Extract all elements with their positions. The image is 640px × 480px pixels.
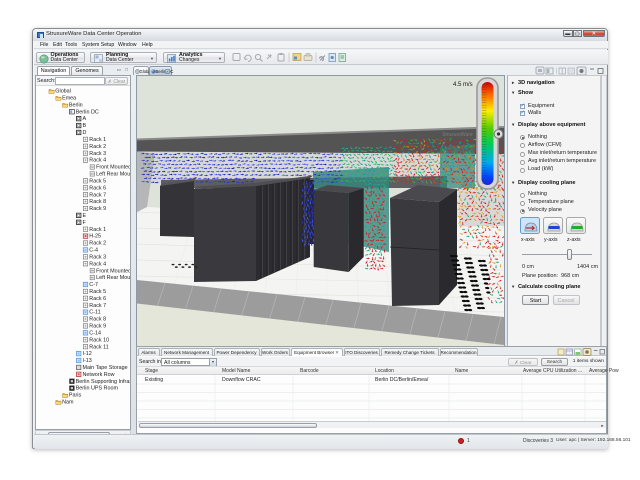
svg-text:Rack 1: Rack 1: [89, 226, 106, 232]
svg-text:Front Mounted: Front Mounted: [96, 164, 130, 170]
svg-text:B: B: [82, 123, 86, 129]
svg-text:Network Row: Network Row: [82, 371, 114, 377]
svg-text:A: A: [82, 116, 86, 122]
svg-text:Rack 7: Rack 7: [89, 302, 106, 308]
svg-text:Rack 8: Rack 8: [89, 199, 106, 205]
svg-text:Rack 3: Rack 3: [89, 254, 106, 260]
svg-text:Rack 3: Rack 3: [89, 150, 106, 156]
svg-text:H-25: H-25: [89, 233, 101, 239]
svg-text:Rack 5: Rack 5: [89, 289, 106, 295]
svg-text:Berlin: Berlin: [68, 102, 82, 108]
svg-text:E: E: [82, 213, 86, 219]
svg-text:Rack 4: Rack 4: [89, 157, 106, 163]
svg-text:Rack 2: Rack 2: [89, 143, 106, 149]
svg-text:I-13: I-13: [82, 358, 91, 364]
svg-text:C-7: C-7: [89, 282, 98, 288]
svg-text:D: D: [82, 130, 86, 136]
svg-text:Rack 7: Rack 7: [89, 192, 106, 198]
svg-text:C-14: C-14: [89, 330, 101, 336]
svg-text:F: F: [82, 219, 86, 225]
svg-text:Rack 6: Rack 6: [89, 185, 106, 191]
svg-text:Rack 2: Rack 2: [89, 240, 106, 246]
svg-text:Paris: Paris: [68, 392, 81, 398]
svg-text:Rack 4: Rack 4: [89, 261, 106, 267]
svg-text:Rack 11: Rack 11: [89, 344, 108, 350]
svg-text:C-11: C-11: [89, 309, 100, 315]
svg-text:Left Rear Moun: Left Rear Moun: [96, 171, 130, 177]
svg-text:4.5 m/s: 4.5 m/s: [453, 82, 473, 88]
svg-text:Berlin Supporting Infrastru: Berlin Supporting Infrastru: [75, 378, 129, 384]
svg-text:Global: Global: [55, 88, 71, 94]
svg-text:Rack 6: Rack 6: [89, 295, 106, 301]
svg-text:Rack 9: Rack 9: [89, 206, 106, 212]
svg-text:Rack 10: Rack 10: [89, 337, 109, 343]
svg-text:Left Rear Moun: Left Rear Moun: [96, 275, 130, 281]
svg-text:Rack 8: Rack 8: [89, 316, 106, 322]
svg-text:Nam: Nam: [62, 399, 74, 405]
svg-text:Rack 5: Rack 5: [89, 178, 106, 184]
svg-text:StruxureWare: StruxureWare: [442, 132, 473, 138]
svg-text:Rack 1: Rack 1: [89, 137, 106, 143]
svg-text:Berlin UPS Room: Berlin UPS Room: [75, 385, 118, 391]
svg-text:Front Mounted: Front Mounted: [96, 268, 130, 274]
svg-text:Emea: Emea: [62, 95, 76, 101]
svg-text:C-4: C-4: [89, 247, 98, 253]
svg-text:I-12: I-12: [82, 351, 91, 357]
svg-text:Main Tape Storage: Main Tape Storage: [82, 365, 127, 371]
svg-text:Rack 9: Rack 9: [89, 323, 106, 329]
svg-text:Berlin DC: Berlin DC: [75, 109, 98, 115]
